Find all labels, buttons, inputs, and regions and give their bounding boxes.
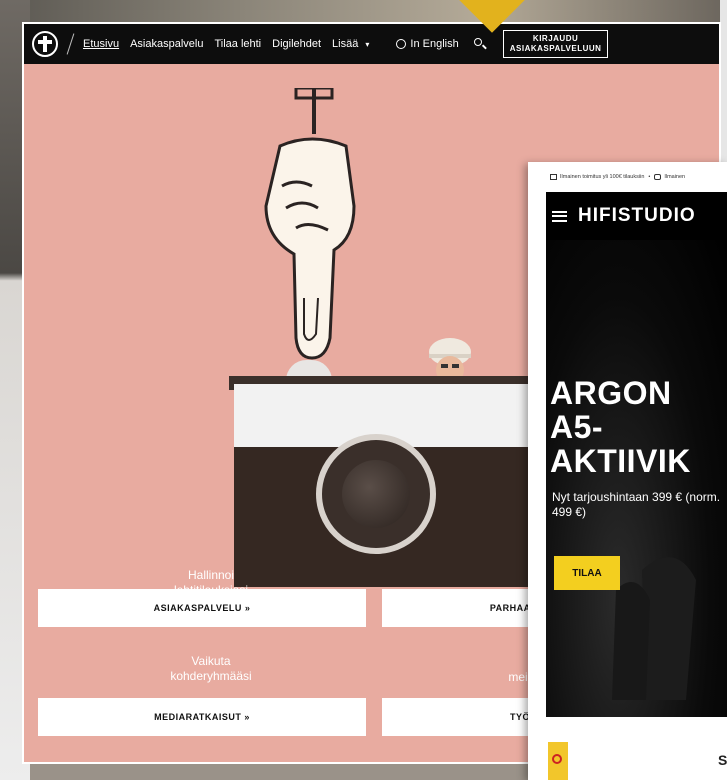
hifi-bottom-partial-text: S: [718, 752, 727, 768]
gift-icon: [550, 174, 557, 180]
hifi-bottom-area: [546, 717, 727, 780]
hifi-product-title: ARGON A5- AKTIIVIK: [550, 375, 691, 479]
nav-item-etusivu[interactable]: Etusivu: [83, 38, 119, 50]
chevron-down-icon: ▾: [365, 40, 370, 49]
globe-icon: [396, 39, 407, 49]
search-icon[interactable]: [473, 37, 487, 51]
nav-item-lisaa[interactable]: Lisää ▾: [332, 38, 369, 50]
nav-item-digilehdet[interactable]: Digilehdet: [272, 38, 321, 50]
hifi-topbar: Ilmainen toimitus yli 100€ tilauksiin • …: [528, 162, 727, 192]
login-button[interactable]: KIRJAUDU ASIAKASPALVELUUN: [502, 30, 609, 58]
camera-lens-inner-illustration: [342, 460, 410, 528]
cart-icon: [654, 174, 662, 180]
media-solutions-button[interactable]: MEDIARATKAISUT »: [38, 698, 366, 736]
background-top: [0, 0, 727, 24]
hifistudio-window: Ilmainen toimitus yli 100€ tilauksiin • …: [528, 162, 727, 780]
hifi-product-subtitle: Nyt tarjoushintaan 399 € (norm. 499 €): [552, 490, 721, 519]
site-logo-icon[interactable]: [32, 31, 58, 57]
login-button-line2: ASIAKASPALVELUUN: [509, 44, 602, 53]
customer-service-button[interactable]: ASIAKASPALVELU »: [38, 589, 366, 627]
hifi-product-thumbnail[interactable]: [548, 742, 568, 780]
logo-divider: [66, 33, 75, 55]
hifi-topbar-separator: •: [648, 174, 651, 180]
hifi-topbar-text1: Ilmainen toimitus yli 100€ tilauksiin: [560, 174, 645, 180]
hamburger-menu-icon[interactable]: [552, 210, 567, 222]
language-label: In English: [410, 38, 459, 50]
pointing-hand-illustration: [242, 86, 382, 388]
language-switch[interactable]: In English: [396, 38, 459, 50]
hifi-topbar-text2: Ilmainen: [664, 174, 686, 180]
login-button-line1: KIRJAUDU: [532, 34, 579, 43]
hifi-order-button[interactable]: TILAA: [554, 556, 620, 590]
nav-item-tilaa-lehti[interactable]: Tilaa lehti: [214, 38, 261, 50]
nav-item-lisaa-label: Lisää: [332, 38, 359, 50]
hifi-logo[interactable]: HIFISTUDIO: [578, 205, 696, 227]
hero-label-influence: Vaikuta kohderyhmääsi: [170, 654, 252, 683]
nav-item-asiakaspalvelu[interactable]: Asiakaspalvelu: [130, 38, 203, 50]
hifi-header: HIFISTUDIO: [546, 192, 727, 240]
top-navbar: Etusivu Asiakaspalvelu Tilaa lehti Digil…: [24, 24, 719, 64]
